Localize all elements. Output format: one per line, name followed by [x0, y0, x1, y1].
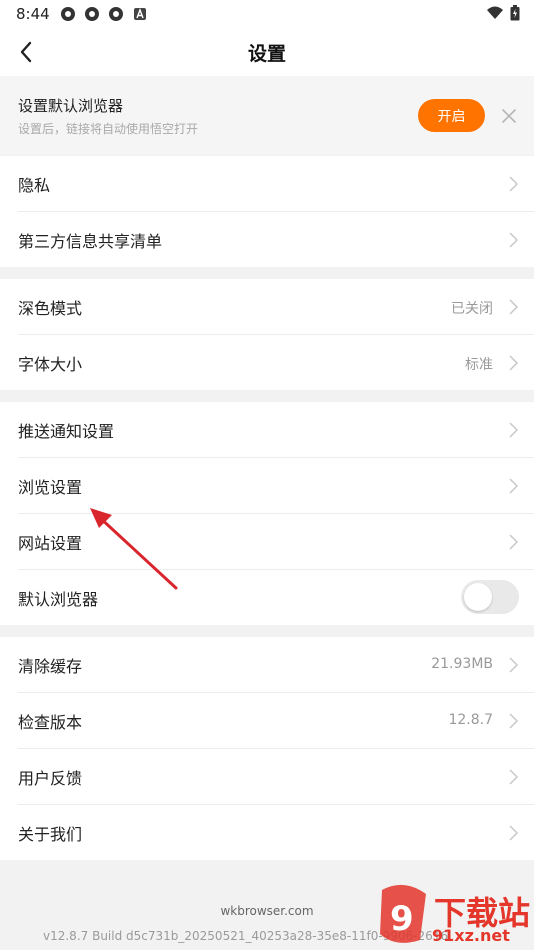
- chevron-right-icon: [509, 299, 519, 315]
- app-circle-icon: [61, 7, 75, 21]
- status-notification-icons: [60, 6, 148, 22]
- row-clear-cache[interactable]: 清除缓存 21.93MB: [0, 637, 534, 692]
- default-browser-toggle[interactable]: [461, 580, 519, 614]
- chevron-right-icon: [509, 355, 519, 371]
- close-icon[interactable]: [500, 107, 518, 125]
- settings-group-about: 清除缓存 21.93MB 检查版本 12.8.7 用户反馈 关于我们: [0, 637, 534, 860]
- banner-subtitle: 设置后，链接将自动使用悟空打开: [18, 122, 199, 136]
- row-font-size[interactable]: 字体大小 标准: [0, 335, 534, 390]
- row-label: 第三方信息共享清单: [18, 232, 163, 251]
- row-about-us[interactable]: 关于我们: [0, 805, 534, 860]
- status-bar: 8:44: [0, 0, 534, 28]
- row-label: 浏览设置: [18, 478, 83, 497]
- status-system-icons: [486, 5, 520, 21]
- row-label: 网站设置: [18, 534, 83, 553]
- settings-group-privacy: 隐私 第三方信息共享清单: [0, 156, 534, 267]
- page-title: 设置: [247, 43, 286, 65]
- row-value: 已关闭: [451, 301, 493, 317]
- chevron-right-icon: [509, 825, 519, 841]
- settings-group-display: 深色模式 已关闭 字体大小 标准: [0, 279, 534, 390]
- chevron-right-icon: [509, 232, 519, 248]
- toggle-knob: [464, 583, 492, 611]
- row-label: 用户反馈: [18, 769, 83, 788]
- chevron-right-icon: [509, 422, 519, 438]
- row-check-version[interactable]: 检查版本 12.8.7: [0, 693, 534, 748]
- wifi-icon: [487, 6, 503, 19]
- row-third-party-sharing[interactable]: 第三方信息共享清单: [0, 212, 534, 267]
- row-label: 清除缓存: [18, 657, 83, 676]
- row-label: 检查版本: [18, 713, 83, 732]
- row-label: 字体大小: [18, 355, 83, 374]
- chevron-right-icon: [509, 176, 519, 192]
- chevron-right-icon: [509, 657, 519, 673]
- nav-bar: 设置: [0, 28, 534, 76]
- enable-default-browser-button[interactable]: 开启: [418, 99, 485, 132]
- row-push-notifications[interactable]: 推送通知设置: [0, 402, 534, 457]
- row-label: 关于我们: [18, 825, 83, 844]
- watermark-subtext: 91xz.net: [432, 926, 510, 945]
- app-circle-icon: [109, 7, 123, 21]
- row-privacy[interactable]: 隐私: [0, 156, 534, 211]
- chevron-right-icon: [509, 534, 519, 550]
- banner-title: 设置默认浏览器: [18, 97, 124, 115]
- app-circle-icon: [85, 7, 99, 21]
- row-label: 深色模式: [18, 299, 83, 318]
- a-badge-icon: [134, 8, 146, 20]
- svg-text:9: 9: [390, 899, 414, 939]
- annotation-arrow-icon: [90, 508, 178, 590]
- status-time: 8:44: [16, 5, 50, 23]
- row-value: 标准: [465, 357, 493, 373]
- row-user-feedback[interactable]: 用户反馈: [0, 749, 534, 804]
- row-dark-mode[interactable]: 深色模式 已关闭: [0, 279, 534, 334]
- row-label: 隐私: [18, 176, 51, 195]
- battery-icon: [510, 5, 520, 21]
- row-label: 推送通知设置: [18, 422, 115, 441]
- row-value: 12.8.7: [448, 712, 493, 728]
- row-value: 21.93MB: [431, 656, 493, 672]
- chevron-right-icon: [509, 478, 519, 494]
- chevron-right-icon: [509, 769, 519, 785]
- chevron-right-icon: [509, 713, 519, 729]
